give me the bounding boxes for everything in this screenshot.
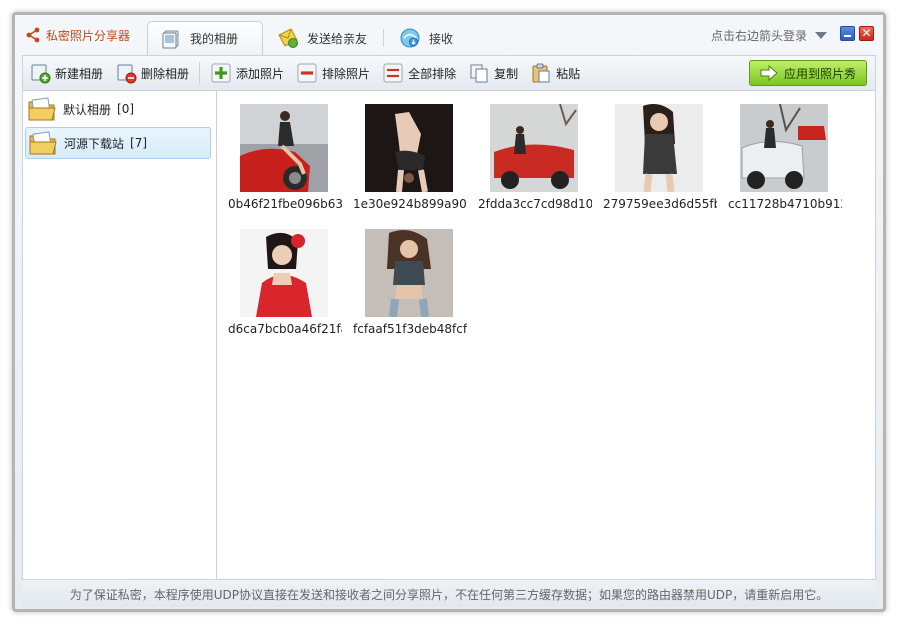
album-item-default[interactable]: 默认相册 [0] [25,93,211,125]
tab-divider [383,29,384,47]
receive-icon [400,28,420,48]
new-album-button[interactable]: 新建相册 [23,58,109,88]
photo-caption: 1e30e924b899a9018 [353,197,467,211]
apply-to-photo-show-button[interactable]: 应用到照片秀 [749,60,867,86]
send-icon [278,28,298,48]
status-bar: 为了保证私密，本程序使用UDP协议直接在发送和接收者之间分享照片，不在任何第三方… [22,579,876,607]
app-window: 私密照片分享器 我的相册 发送给亲友 接收 点击右边箭头登录 ✕ 新建相册 删除… [12,12,886,612]
photo-caption: 279759ee3d6d55fb5 [603,197,717,211]
tab-label: 发送给亲友 [307,31,368,46]
toolbar-label: 全部排除 [408,66,457,81]
paste-button[interactable]: 粘贴 [524,58,586,88]
toolbar-label: 粘贴 [556,66,581,81]
album-count: [0] [117,102,135,116]
folder-icon [29,131,57,155]
photo-thumbnail [615,104,703,192]
album-item-heyuan[interactable]: 河源下载站 [7] [25,127,211,159]
photo-caption: 2fdda3cc7cd98d103 [478,197,592,211]
folder-icon [28,97,56,121]
toolbar: 新建相册 删除相册 添加照片 排除照片 全部排除 复制 粘贴 应用到照片秀 [22,55,876,91]
tab-receive[interactable]: 接收 [387,21,477,55]
close-button[interactable]: ✕ [859,26,874,41]
toolbar-label: 新建相册 [55,66,104,81]
arrow-right-icon [760,65,778,81]
apply-label: 应用到照片秀 [783,66,856,81]
plus-icon [211,63,231,83]
paste-icon [532,63,550,83]
photo-grid: 0b46f21fbe096b630 1e30e924b899a9018 2fd [217,91,876,579]
photo-thumbnail [740,104,828,192]
toolbar-label: 排除照片 [322,66,371,81]
remove-all-button[interactable]: 全部排除 [376,58,462,88]
login-area[interactable]: 点击右边箭头登录 [711,27,827,44]
album-name: 河源下载站 [64,136,125,151]
toolbar-label: 添加照片 [236,66,285,81]
toolbar-divider [199,62,201,84]
share-icon [26,27,40,43]
photo-thumbnail [365,229,453,317]
minus-icon [297,63,317,83]
toolbar-label: 复制 [494,66,519,81]
add-photo-button[interactable]: 添加照片 [204,58,290,88]
photo-thumbnail [365,104,453,192]
tab-label: 接收 [429,31,454,46]
album-count: [7] [130,136,148,150]
photo-thumbnail [490,104,578,192]
photo-thumbnail [240,229,328,317]
remove-all-icon [383,63,403,83]
album-icon [162,30,179,48]
title-bar: 私密照片分享器 我的相册 发送给亲友 接收 点击右边箭头登录 ✕ [15,15,883,55]
new-album-icon [31,64,51,84]
album-list: 默认相册 [0] 河源下载站 [7] [22,91,217,579]
photo-thumbnail [240,104,328,192]
copy-icon [470,64,488,83]
toolbar-label: 删除相册 [141,66,190,81]
app-brand: 私密照片分享器 [25,25,130,45]
album-name: 默认相册 [63,102,112,117]
tab-send-to-friends[interactable]: 发送给亲友 [265,21,383,55]
login-text: 点击右边箭头登录 [710,29,807,43]
copy-button[interactable]: 复制 [462,58,524,88]
minimize-button[interactable] [840,26,855,41]
delete-album-icon [117,64,137,84]
photo-caption: 0b46f21fbe096b630 [228,197,342,211]
close-icon: ✕ [861,26,872,40]
app-title: 私密照片分享器 [46,28,131,43]
photo-caption: fcfaaf51f3deb48fcffb [353,322,467,336]
chevron-down-icon[interactable] [815,32,827,39]
photo-caption: cc11728b4710b912b [728,197,842,211]
remove-photo-button[interactable]: 排除照片 [290,58,376,88]
tab-label: 我的相册 [190,32,239,46]
tab-my-albums[interactable]: 我的相册 [147,21,263,55]
delete-album-button[interactable]: 删除相册 [109,58,195,88]
photo-caption: d6ca7bcb0a46f21fal [228,322,342,336]
